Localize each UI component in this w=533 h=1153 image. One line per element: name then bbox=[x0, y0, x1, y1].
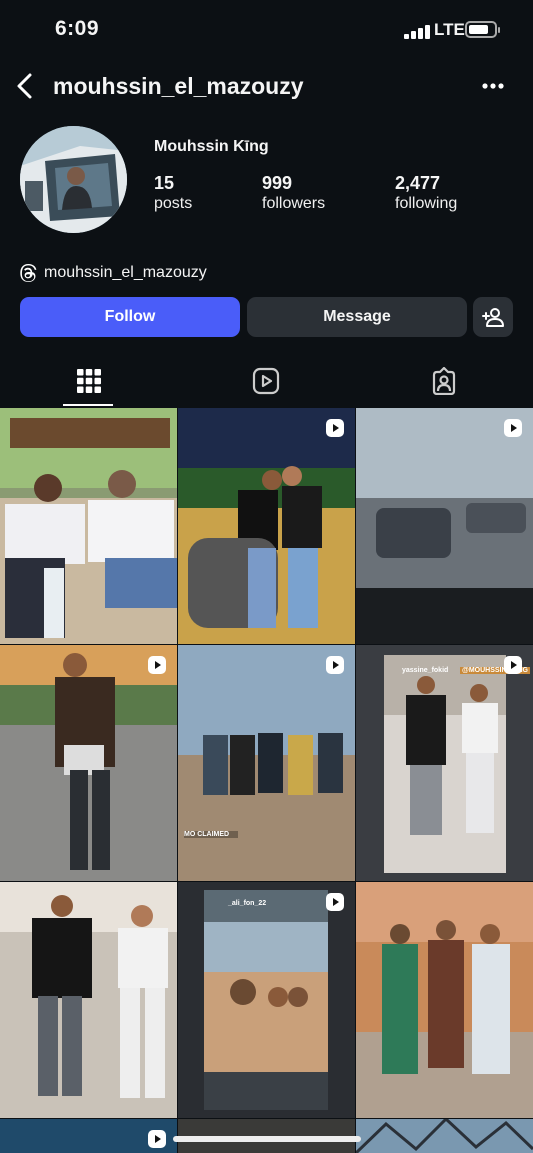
more-horizontal-icon[interactable] bbox=[480, 76, 506, 96]
grid-post[interactable]: yassine_fokid @MOUHSSIN_KING bbox=[356, 645, 533, 881]
reel-badge-icon bbox=[326, 419, 344, 437]
grid-post[interactable] bbox=[356, 408, 533, 644]
post-thumbnail bbox=[356, 408, 533, 644]
following-count[interactable]: 2,477 following bbox=[395, 172, 457, 214]
grid-post[interactable]: MO CLAIMED bbox=[178, 645, 355, 881]
clock: 6:09 bbox=[55, 17, 100, 40]
grid-post[interactable] bbox=[356, 1119, 533, 1153]
threads-link[interactable]: mouhssin_el_mazouzy bbox=[20, 262, 207, 284]
stat-value: 15 bbox=[154, 173, 175, 193]
stat-label: following bbox=[395, 195, 458, 212]
display-name: Mouhssin Kīng bbox=[154, 138, 269, 155]
chevron-left-icon[interactable] bbox=[13, 72, 37, 100]
reel-badge-icon bbox=[326, 893, 344, 911]
grid-post[interactable] bbox=[0, 645, 177, 881]
profile-tabs bbox=[0, 355, 533, 407]
stat-value: 2,477 bbox=[395, 173, 441, 193]
battery-icon bbox=[465, 21, 500, 38]
post-thumbnail bbox=[356, 645, 533, 881]
post-thumbnail bbox=[0, 882, 177, 1118]
active-tab-indicator bbox=[63, 404, 113, 406]
reel-badge-icon bbox=[148, 656, 166, 674]
post-thumbnail bbox=[178, 408, 355, 644]
post-thumbnail bbox=[356, 1119, 533, 1153]
post-thumbnail bbox=[356, 882, 533, 1118]
status-bar: 6:09 LTE bbox=[0, 0, 533, 60]
threads-handle: mouhssin_el_mazouzy bbox=[44, 264, 207, 281]
post-caption-overlay: MO CLAIMED bbox=[184, 831, 238, 838]
home-indicator[interactable] bbox=[173, 1136, 361, 1142]
post-thumbnail bbox=[178, 645, 355, 881]
reel-badge-icon bbox=[148, 1130, 166, 1148]
post-thumbnail bbox=[178, 882, 355, 1118]
reels-icon bbox=[252, 367, 279, 395]
profile-header: mouhssin_el_mazouzy bbox=[0, 62, 533, 110]
grid-post[interactable] bbox=[0, 408, 177, 644]
cellular-signal-icon bbox=[404, 25, 430, 39]
post-thumbnail bbox=[0, 408, 177, 644]
grid-icon bbox=[76, 369, 101, 393]
follow-button[interactable]: Follow bbox=[20, 297, 240, 337]
tab-reels[interactable] bbox=[177, 355, 354, 407]
stat-label: posts bbox=[154, 195, 193, 212]
suggested-accounts-button[interactable] bbox=[473, 297, 513, 337]
network-type: LTE bbox=[434, 20, 465, 39]
add-person-icon bbox=[482, 308, 504, 327]
grid-post[interactable] bbox=[0, 882, 177, 1118]
grid-post[interactable] bbox=[178, 408, 355, 644]
grid-post[interactable] bbox=[356, 882, 533, 1118]
avatar[interactable] bbox=[20, 126, 127, 233]
posts-count[interactable]: 15 posts bbox=[154, 172, 192, 214]
grid-post[interactable] bbox=[0, 1119, 177, 1153]
stat-label: followers bbox=[262, 195, 326, 212]
tab-tagged[interactable] bbox=[355, 355, 532, 407]
story-user-tag: yassine_fokid bbox=[402, 667, 449, 674]
followers-count[interactable]: 999 followers bbox=[262, 172, 325, 214]
tagged-icon bbox=[432, 367, 455, 395]
reel-badge-icon bbox=[326, 656, 344, 674]
grid-post[interactable]: _ali_fon_22 bbox=[178, 882, 355, 1118]
tab-posts[interactable] bbox=[0, 355, 177, 407]
page-title: mouhssin_el_mazouzy bbox=[53, 73, 304, 99]
post-thumbnail bbox=[0, 645, 177, 881]
reel-badge-icon bbox=[504, 656, 522, 674]
message-button[interactable]: Message bbox=[247, 297, 467, 337]
threads-icon bbox=[20, 264, 37, 282]
story-user-tag: _ali_fon_22 bbox=[228, 900, 267, 907]
stat-value: 999 bbox=[262, 173, 293, 193]
posts-grid: MO CLAIMED yassine_fokid @MOUHSSIN_KING bbox=[0, 408, 533, 1153]
reel-badge-icon bbox=[504, 419, 522, 437]
